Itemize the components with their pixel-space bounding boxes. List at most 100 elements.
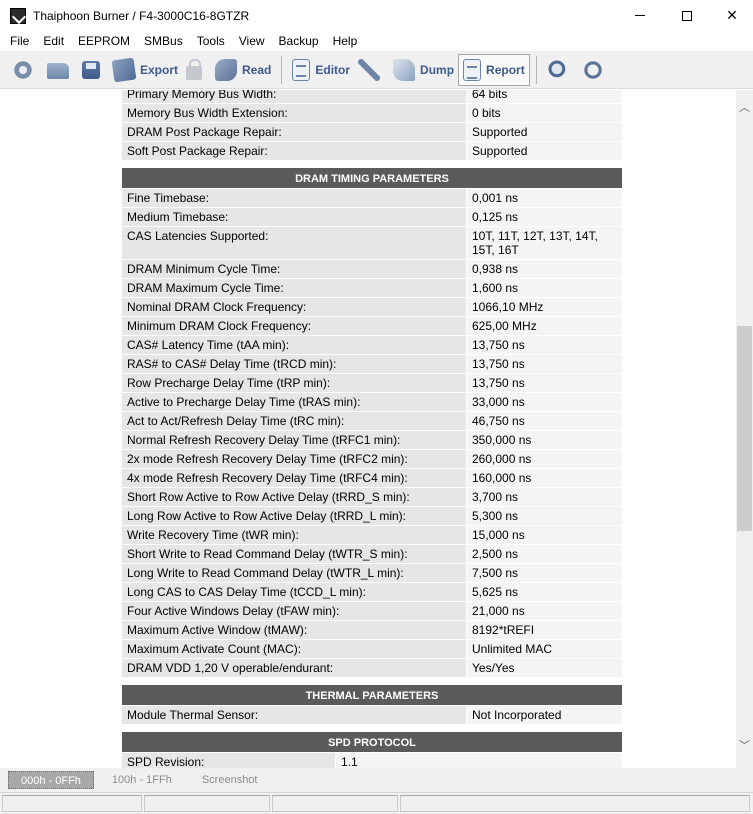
- table-row: Write Recovery Time (tWR min): 15,000 ns: [122, 526, 622, 545]
- table-row: Short Write to Read Command Delay (tWTR_…: [122, 545, 622, 564]
- table-row: SPD Revision: 1.1: [122, 753, 622, 768]
- status-bar: [0, 792, 753, 814]
- table-row: CAS# Latency Time (tAA min): 13,750 ns: [122, 336, 622, 355]
- parameter-value: 33,000 ns: [467, 393, 622, 411]
- parameter-value: 10T, 11T, 12T, 13T, 14T, 15T, 16T: [467, 227, 622, 259]
- parameter-value: 260,000 ns: [467, 450, 622, 468]
- tools-button[interactable]: [354, 55, 389, 85]
- export-button[interactable]: Export: [109, 55, 182, 85]
- menu-backup[interactable]: Backup: [272, 31, 326, 51]
- parameter-name: Medium Timebase:: [122, 208, 467, 226]
- open-button[interactable]: [43, 55, 78, 85]
- close-icon: ✕: [726, 7, 738, 23]
- parameter-name: Minimum DRAM Clock Frequency:: [122, 317, 467, 335]
- parameter-name: Maximum Active Window (tMAW):: [122, 621, 467, 639]
- table-row: DRAM Maximum Cycle Time: 1,600 ns: [122, 279, 622, 298]
- section-header-thermal: THERMAL PARAMETERS: [122, 684, 622, 706]
- report-icon: [463, 58, 482, 81]
- lock-icon: [186, 58, 203, 80]
- report-label: Report: [486, 62, 525, 77]
- table-row: Act to Act/Refresh Delay Time (tRC min):…: [122, 412, 622, 431]
- gear-icon: [12, 58, 34, 81]
- parameter-value: 1066,10 MHz: [467, 298, 622, 316]
- parameter-value: Not Incorporated: [467, 706, 622, 724]
- table-row: Short Row Active to Row Active Delay (tR…: [122, 488, 622, 507]
- menu-help[interactable]: Help: [326, 31, 365, 51]
- close-button[interactable]: ✕: [709, 0, 753, 31]
- timing-rows: Fine Timebase: 0,001 ns Medium Timebase: 0,…: [122, 189, 622, 678]
- parameter-name: DRAM Minimum Cycle Time:: [122, 260, 467, 278]
- parameter-value: 0,001 ns: [467, 189, 622, 207]
- maximize-button[interactable]: [664, 0, 710, 31]
- menu-file[interactable]: File: [3, 31, 36, 51]
- menu-edit[interactable]: Edit: [36, 31, 71, 51]
- parameter-name: Act to Act/Refresh Delay Time (tRC min):: [122, 412, 467, 430]
- menu-smbus[interactable]: SMBus: [137, 31, 190, 51]
- parameter-name: Nominal DRAM Clock Frequency:: [122, 298, 467, 316]
- table-row: Long Row Active to Row Active Delay (tRR…: [122, 507, 622, 526]
- table-row: Four Active Windows Delay (tFAW min): 21,…: [122, 602, 622, 621]
- menu-eeprom[interactable]: EEPROM: [71, 31, 137, 51]
- vertical-scrollbar[interactable]: ︿ ﹀: [736, 90, 753, 768]
- tab-000h-0ffh[interactable]: 000h - 0FFh: [8, 771, 94, 789]
- minimize-icon: [635, 15, 645, 16]
- settings-button[interactable]: [8, 55, 43, 85]
- parameter-value: 350,000 ns: [467, 431, 622, 449]
- parameter-name: CAS# Latency Time (tAA min):: [122, 336, 467, 354]
- dump-button[interactable]: Dump: [389, 55, 458, 85]
- refresh-button[interactable]: [578, 55, 613, 85]
- parameter-value: Supported: [467, 123, 622, 141]
- status-cell: [400, 795, 750, 812]
- refresh-icon: [581, 58, 604, 81]
- parameter-name: DRAM Maximum Cycle Time:: [122, 279, 467, 297]
- parameter-name: DRAM Post Package Repair:: [122, 123, 467, 141]
- general-rows: Primary Memory Bus Width: 64 bits Memory B…: [122, 90, 622, 161]
- editor-button[interactable]: Editor: [288, 55, 354, 85]
- parameter-name: Module Thermal Sensor:: [122, 706, 467, 724]
- table-row: Nominal DRAM Clock Frequency: 1066,10 MHz: [122, 298, 622, 317]
- table-row: 2x mode Refresh Recovery Delay Time (tRF…: [122, 450, 622, 469]
- scroll-up-arrow-icon[interactable]: ︿: [736, 100, 753, 117]
- page-tabs: 000h - 0FFh 100h - 1FFh Screenshot: [0, 768, 753, 792]
- parameter-value: 13,750 ns: [467, 336, 622, 354]
- table-row: Soft Post Package Repair: Supported: [122, 142, 622, 161]
- scroll-down-arrow-icon[interactable]: ﹀: [736, 738, 753, 755]
- parameter-value: 64 bits: [467, 90, 622, 103]
- table-row: RAS# to CAS# Delay Time (tRCD min): 13,75…: [122, 355, 622, 374]
- table-row: DRAM Minimum Cycle Time: 0,938 ns: [122, 260, 622, 279]
- menu-tools[interactable]: Tools: [190, 31, 232, 51]
- parameter-name: CAS Latencies Supported:: [122, 227, 467, 259]
- parameter-value: 21,000 ns: [467, 602, 622, 620]
- lock-button[interactable]: [182, 55, 211, 85]
- status-cell: [2, 795, 142, 812]
- parameter-value: 7,500 ns: [467, 564, 622, 582]
- menu-view[interactable]: View: [232, 31, 272, 51]
- tab-screenshot[interactable]: Screenshot: [190, 771, 270, 789]
- parameter-value: 0,938 ns: [467, 260, 622, 278]
- report-button[interactable]: Report: [458, 53, 530, 86]
- table-row: Fine Timebase: 0,001 ns: [122, 189, 622, 208]
- editor-label: Editor: [315, 62, 351, 77]
- table-row: Medium Timebase: 0,125 ns: [122, 208, 622, 227]
- dump-label: Dump: [420, 62, 455, 77]
- status-cell: [144, 795, 270, 812]
- menu-bar: File Edit EEPROM SMBus Tools View Backup…: [0, 31, 753, 51]
- parameter-value: 160,000 ns: [467, 469, 622, 487]
- read-button[interactable]: Read: [211, 55, 275, 85]
- save-button[interactable]: [78, 55, 109, 85]
- scan-button[interactable]: [543, 55, 578, 85]
- parameter-name: Primary Memory Bus Width:: [122, 90, 467, 103]
- minimize-button[interactable]: [617, 0, 663, 31]
- parameter-name: Active to Precharge Delay Time (tRAS min…: [122, 393, 467, 411]
- parameter-name: 4x mode Refresh Recovery Delay Time (tRF…: [122, 469, 467, 487]
- parameter-value: 0 bits: [467, 104, 622, 122]
- report-view[interactable]: Primary Memory Bus Width: 64 bits Memory B…: [0, 90, 736, 768]
- tab-100h-1ffh[interactable]: 100h - 1FFh: [100, 771, 184, 789]
- table-row: Active to Precharge Delay Time (tRAS min…: [122, 393, 622, 412]
- parameter-name: Normal Refresh Recovery Delay Time (tRFC…: [122, 431, 467, 449]
- app-icon: [10, 7, 26, 24]
- scroll-thumb[interactable]: [737, 326, 752, 531]
- parameter-name: RAS# to CAS# Delay Time (tRCD min):: [122, 355, 467, 373]
- report-table: Primary Memory Bus Width: 64 bits Memory B…: [122, 90, 622, 768]
- folder-icon: [47, 63, 69, 79]
